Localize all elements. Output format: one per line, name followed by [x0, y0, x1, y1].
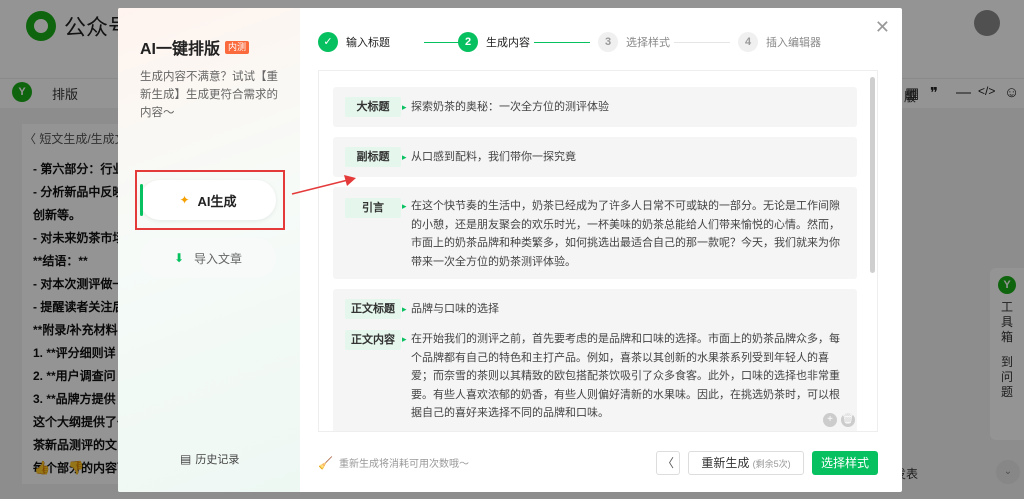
- annotation-arrow: [291, 175, 356, 195]
